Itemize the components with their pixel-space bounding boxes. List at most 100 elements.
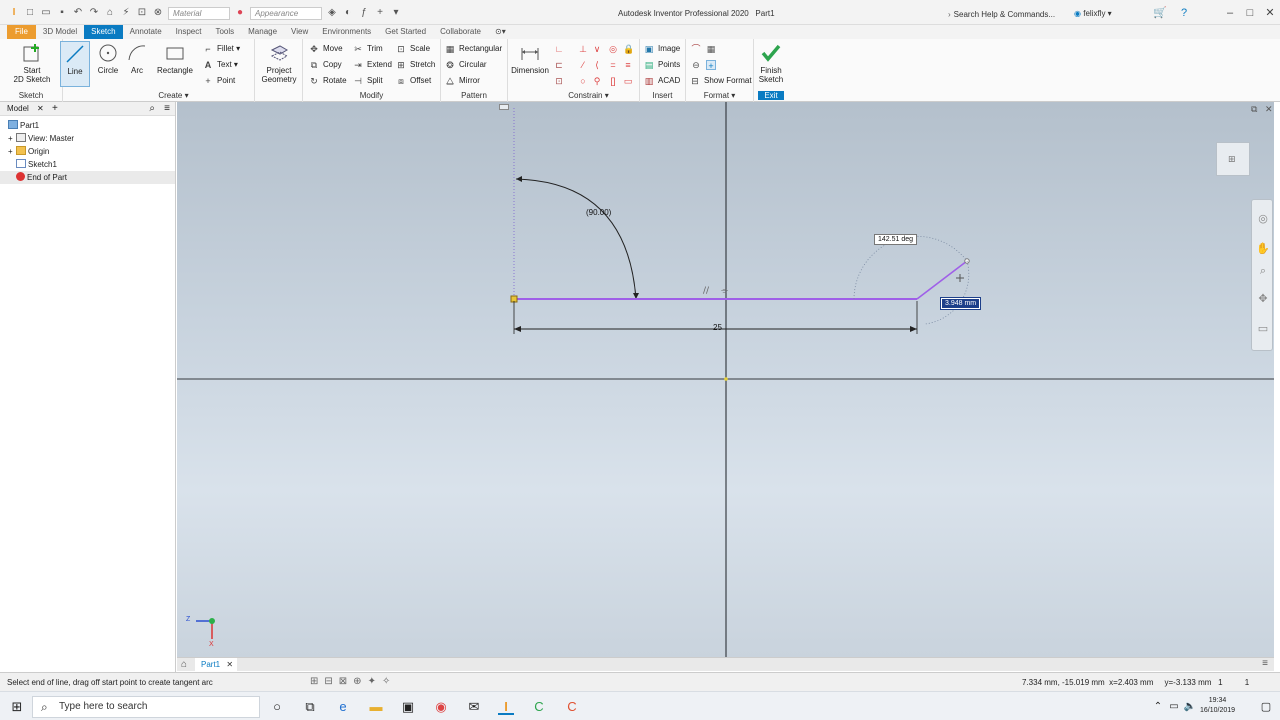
- show-format-button[interactable]: ⊟ Show Format: [690, 76, 751, 86]
- camtasia-recorder-icon[interactable]: C: [531, 699, 547, 715]
- vertical-constraint-icon[interactable]: ⟨: [592, 60, 602, 70]
- clear-appearance-icon[interactable]: ◈: [326, 7, 338, 19]
- format-panel-title[interactable]: Format ▾: [686, 91, 753, 100]
- points-button[interactable]: ▤ Points: [644, 60, 681, 70]
- extend-button[interactable]: ⇥ Extend: [353, 60, 392, 70]
- close-view-icon[interactable]: ✕: [1265, 104, 1273, 115]
- store-icon[interactable]: ▣: [400, 699, 416, 715]
- appearance-combo[interactable]: Appearance: [250, 6, 322, 20]
- camtasia-icon[interactable]: C: [564, 699, 580, 715]
- equal-constraint-icon[interactable]: =: [608, 60, 618, 70]
- split-button[interactable]: ⊣ Split: [353, 76, 382, 86]
- tangent-constraint-icon[interactable]: ◎: [608, 44, 618, 54]
- adjust-icon[interactable]: ◐: [342, 7, 354, 19]
- center-point-icon[interactable]: ⊖: [691, 60, 701, 70]
- customize-icon[interactable]: ▾: [390, 7, 402, 19]
- auto-dimension-icon[interactable]: ▭: [623, 76, 633, 86]
- tab-menu-icon[interactable]: ≡: [1262, 658, 1268, 669]
- driven-dimension-icon[interactable]: +: [706, 60, 716, 71]
- tab-sketch[interactable]: Sketch: [84, 25, 123, 39]
- coincident-constraint-icon[interactable]: ∟: [554, 44, 564, 54]
- taskbar-search[interactable]: ⌕ Type here to search: [32, 696, 260, 718]
- horizontal-constraint-icon[interactable]: ⁄: [578, 60, 588, 70]
- point-button[interactable]: + Point: [203, 76, 235, 86]
- expand-icon[interactable]: +: [8, 132, 16, 145]
- length-input-box[interactable]: 3.948 mm: [939, 297, 982, 310]
- add-browser-icon[interactable]: +: [52, 103, 58, 114]
- network-icon[interactable]: ▭: [1166, 699, 1182, 715]
- edge-icon[interactable]: e: [335, 699, 351, 715]
- stretch-button[interactable]: ⊞ Stretch: [396, 60, 435, 70]
- fillet-button[interactable]: ⌐ Fillet ▾: [203, 44, 240, 54]
- notifications-icon[interactable]: ▢: [1258, 699, 1274, 715]
- graphics-window[interactable]: // ⌯ (90.00) 25 142.51 deg 3.948 mm Z X …: [177, 102, 1274, 657]
- smooth-constraint-icon[interactable]: ○: [578, 76, 588, 86]
- rectangle-button[interactable]: Rectangle: [155, 42, 195, 75]
- tab-collaborate[interactable]: Collaborate: [433, 25, 488, 39]
- close-tab-icon[interactable]: ✕: [226, 660, 233, 669]
- ribbon-options-icon[interactable]: ⊙▾: [488, 25, 513, 39]
- home-icon[interactable]: ⌂: [104, 7, 116, 19]
- constrain-panel-title[interactable]: Constrain ▾: [508, 91, 639, 100]
- save-icon[interactable]: ▪: [56, 7, 68, 19]
- relax-icon[interactable]: ✧: [382, 676, 390, 687]
- update-icon[interactable]: ⚡: [120, 7, 132, 19]
- tab-inspect[interactable]: Inspect: [169, 25, 209, 39]
- tab-3d-model[interactable]: 3D Model: [36, 25, 84, 39]
- look-at-icon[interactable]: ▭: [1256, 322, 1270, 336]
- expand-icon[interactable]: +: [8, 145, 16, 158]
- file-explorer-icon[interactable]: ▬: [368, 699, 384, 715]
- taskbar-clock[interactable]: 19:34 16/10/2019: [1200, 696, 1235, 716]
- search-icon[interactable]: ⌕: [149, 102, 155, 116]
- tree-item-view-master[interactable]: + View: Master: [0, 132, 175, 145]
- viewcube[interactable]: ⊞: [1216, 142, 1250, 176]
- inventor-taskbar-icon[interactable]: I: [498, 699, 514, 715]
- parallel-constraint-icon[interactable]: ∨: [592, 44, 602, 54]
- fx-icon[interactable]: ƒ: [358, 7, 370, 19]
- volume-icon[interactable]: 🔈: [1182, 699, 1198, 715]
- chrome-icon[interactable]: ◉: [433, 699, 449, 715]
- tab-annotate[interactable]: Annotate: [123, 25, 169, 39]
- select-icon[interactable]: ⊡: [136, 7, 148, 19]
- lock-constraint-icon[interactable]: 🔒: [623, 44, 634, 54]
- pan-hand-icon[interactable]: ✋: [1256, 242, 1270, 256]
- copy-button[interactable]: ⧉ Copy: [309, 60, 342, 70]
- collinear-constraint-icon[interactable]: ⊏: [554, 60, 564, 70]
- arc-button[interactable]: Arc: [125, 42, 149, 75]
- snap-icon[interactable]: ⊟: [324, 676, 332, 687]
- line-button[interactable]: Line: [60, 41, 90, 87]
- scale-button[interactable]: ⊡ Scale: [396, 44, 430, 54]
- create-panel-title[interactable]: Create ▾: [63, 91, 254, 100]
- home-icon[interactable]: ⌂: [181, 659, 187, 670]
- help-search-field[interactable]: › Search Help & Commands...: [948, 8, 1068, 22]
- project-geometry-button[interactable]: Project Geometry: [257, 42, 301, 84]
- browser-tab-model[interactable]: Model: [7, 104, 29, 113]
- undo-icon[interactable]: ↶: [72, 7, 84, 19]
- tree-item-part1[interactable]: Part1: [0, 119, 175, 132]
- tray-chevron-icon[interactable]: ⌃: [1150, 699, 1166, 715]
- new-icon[interactable]: □: [24, 7, 36, 19]
- grid-icon[interactable]: ⊞: [310, 676, 318, 687]
- maximize-button[interactable]: □: [1242, 6, 1258, 20]
- start-2d-sketch-button[interactable]: Start 2D Sketch: [10, 42, 54, 84]
- trim-button[interactable]: ✂ Trim: [353, 44, 382, 54]
- move-button[interactable]: ✥ Move: [309, 44, 342, 54]
- persist-icon[interactable]: ⊕: [353, 676, 361, 687]
- redo-icon[interactable]: ↷: [88, 7, 100, 19]
- tree-item-end-of-part[interactable]: End of Part: [0, 171, 175, 184]
- concentric-constraint-icon[interactable]: ⊡: [554, 76, 564, 86]
- restore-view-icon[interactable]: ⧉: [1251, 104, 1257, 115]
- tab-environments[interactable]: Environments: [315, 25, 378, 39]
- tab-view[interactable]: View: [284, 25, 315, 39]
- construction-icon[interactable]: ⌒: [691, 44, 701, 54]
- tree-item-sketch1[interactable]: Sketch1: [0, 158, 175, 171]
- tab-manage[interactable]: Manage: [241, 25, 284, 39]
- mail-icon[interactable]: ✉: [466, 699, 482, 715]
- tree-item-origin[interactable]: + Origin: [0, 145, 175, 158]
- rotate-button[interactable]: ↻ Rotate: [309, 76, 346, 86]
- steering-wheel-icon[interactable]: ◎: [1256, 212, 1270, 226]
- perpendicular-constraint-icon[interactable]: ⊥: [578, 44, 588, 54]
- angle-dimension-label[interactable]: (90.00): [583, 208, 614, 219]
- minimize-button[interactable]: –: [1222, 6, 1238, 20]
- circle-button[interactable]: Circle: [93, 42, 123, 75]
